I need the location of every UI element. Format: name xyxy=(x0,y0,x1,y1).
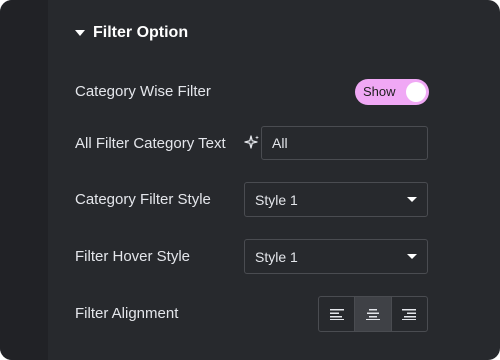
filter-hover-style-label: Filter Hover Style xyxy=(75,248,191,265)
filter-hover-style-select[interactable]: Style 1 xyxy=(244,239,428,274)
left-strip xyxy=(0,0,48,360)
category-filter-style-label: Category Filter Style xyxy=(75,191,211,208)
select-value: Style 1 xyxy=(255,248,298,265)
filter-alignment-buttons xyxy=(318,296,428,332)
chevron-down-icon xyxy=(407,197,417,202)
toggle-knob xyxy=(406,82,426,102)
select-value: Style 1 xyxy=(255,191,298,208)
settings-panel: Filter Option Category Wise Filter Show … xyxy=(0,0,500,360)
section-header-filter-option[interactable]: Filter Option xyxy=(75,22,188,44)
section-title: Filter Option xyxy=(93,24,189,41)
category-filter-style-select[interactable]: Style 1 xyxy=(244,182,428,217)
caret-down-icon xyxy=(75,30,85,36)
align-center-button[interactable] xyxy=(354,297,391,331)
category-wise-filter-label: Category Wise Filter xyxy=(75,83,211,100)
filter-alignment-label: Filter Alignment xyxy=(75,305,179,322)
ai-sparkle-icon[interactable] xyxy=(243,134,261,152)
all-filter-category-text-label: All Filter Category Text xyxy=(75,135,226,152)
input-value: All xyxy=(272,135,288,151)
align-right-button[interactable] xyxy=(390,297,427,331)
align-left-button[interactable] xyxy=(319,297,354,331)
align-left-icon xyxy=(329,309,344,320)
chevron-down-icon xyxy=(407,254,417,259)
toggle-label: Show xyxy=(363,84,396,99)
align-center-icon xyxy=(365,309,380,320)
align-right-icon xyxy=(402,309,417,320)
category-wise-filter-toggle[interactable]: Show xyxy=(355,79,429,105)
all-filter-category-text-input[interactable]: All xyxy=(261,126,428,160)
